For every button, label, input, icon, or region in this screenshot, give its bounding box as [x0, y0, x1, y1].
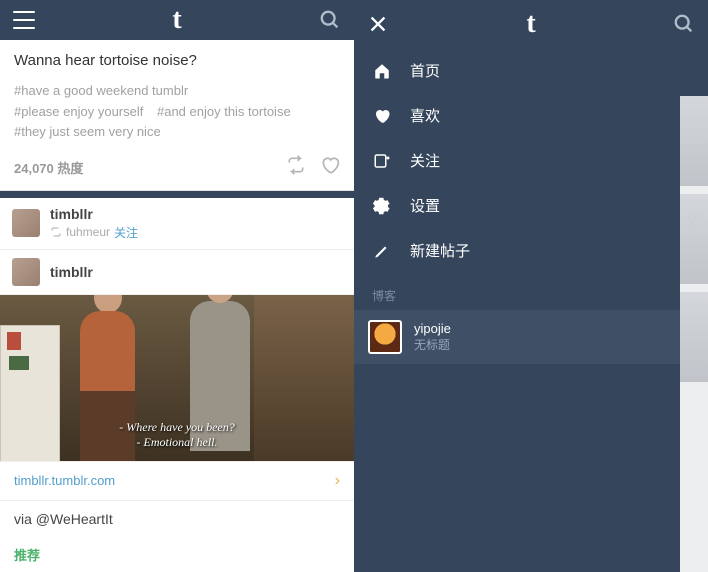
blog-avatar	[368, 320, 402, 354]
search-icon[interactable]	[316, 6, 344, 34]
blog-subtitle: 无标题	[414, 336, 451, 353]
like-icon[interactable]	[320, 155, 340, 180]
left-screen: t Wanna hear tortoise noise? #have a goo…	[0, 0, 354, 572]
sidebar-item-likes[interactable]: 喜欢 0	[354, 93, 708, 138]
notes-count[interactable]: 24,070 热度	[14, 158, 286, 177]
avatar[interactable]	[12, 258, 40, 286]
notes-row: 24,070 热度	[14, 155, 340, 180]
heart-icon	[372, 107, 392, 125]
tag[interactable]: #they just seem very nice	[14, 124, 161, 139]
blogger-name: timbllr	[50, 206, 138, 222]
background-feed-peek: ♡	[680, 96, 708, 572]
heart-icon: ♡	[688, 211, 702, 231]
via-text: via @WeHeartIt	[0, 501, 354, 537]
feed-gap	[0, 191, 354, 198]
post-actions	[286, 155, 340, 180]
reblog-header[interactable]: timbllr fuhmeur 关注	[0, 198, 354, 250]
recommend-label[interactable]: 推荐	[0, 537, 354, 572]
menu-icon[interactable]	[10, 6, 38, 34]
sidebar-item-new-post[interactable]: 新建帖子	[354, 228, 708, 273]
post-tags: #have a good weekend tumblr #please enjo…	[14, 81, 340, 143]
reblog-source: fuhmeur 关注	[50, 224, 138, 241]
tag[interactable]: #and enjoy this tortoise	[157, 104, 291, 119]
chevron-right-icon: ›	[335, 472, 340, 490]
topbar-right: t	[354, 0, 708, 48]
sidebar-item-home[interactable]: 首页	[354, 48, 708, 93]
post-card: Wanna hear tortoise noise? #have a good …	[0, 40, 354, 191]
blogs-section-label: 博客	[354, 273, 708, 310]
blog-item[interactable]: yipojie 无标题	[354, 310, 708, 364]
gear-icon	[372, 197, 392, 215]
follow-link[interactable]: 关注	[114, 224, 138, 241]
blog-name: yipojie	[414, 321, 451, 336]
reblog-icon[interactable]	[286, 155, 306, 180]
tag[interactable]: #have a good weekend tumblr	[14, 83, 188, 98]
sidebar-item-label: 设置	[410, 195, 440, 216]
image-subtitle: - Where have you been? - Emotional hell.	[0, 420, 354, 451]
reblog-via: fuhmeur	[66, 225, 110, 239]
sidebar-item-label: 关注	[410, 150, 440, 171]
sidebar-item-label: 首页	[410, 60, 440, 81]
sidebar-item-following[interactable]: 关注 2	[354, 138, 708, 183]
pencil-icon	[372, 242, 392, 260]
follow-icon	[372, 152, 392, 170]
post-image[interactable]: - Where have you been? - Emotional hell.	[0, 295, 354, 461]
nav-drawer: 首页 喜欢 0 关注 2 设置 › 新建帖子 博客 yipojie 无标题	[354, 48, 708, 572]
search-icon[interactable]	[670, 10, 698, 38]
sidebar-item-label: 喜欢	[410, 105, 440, 126]
right-screen: t 首页 喜欢 0 关注 2 设置 › 新建帖子 博客	[354, 0, 708, 572]
tumblr-logo: t	[526, 8, 535, 40]
home-icon	[372, 62, 392, 80]
blogger-name: timbllr	[50, 264, 93, 280]
sidebar-item-label: 新建帖子	[410, 240, 470, 261]
tag[interactable]: #please enjoy yourself	[14, 104, 143, 119]
source-link[interactable]: timbllr.tumblr.com	[14, 473, 115, 488]
close-icon[interactable]	[364, 10, 392, 38]
tumblr-logo: t	[172, 4, 181, 36]
post-title: Wanna hear tortoise noise?	[14, 52, 340, 69]
topbar-left: t	[0, 0, 354, 40]
sidebar-item-settings[interactable]: 设置 ›	[354, 183, 708, 228]
source-row[interactable]: timbllr.tumblr.com ›	[0, 461, 354, 501]
post-author-row[interactable]: timbllr	[0, 250, 354, 295]
avatar[interactable]	[12, 209, 40, 237]
